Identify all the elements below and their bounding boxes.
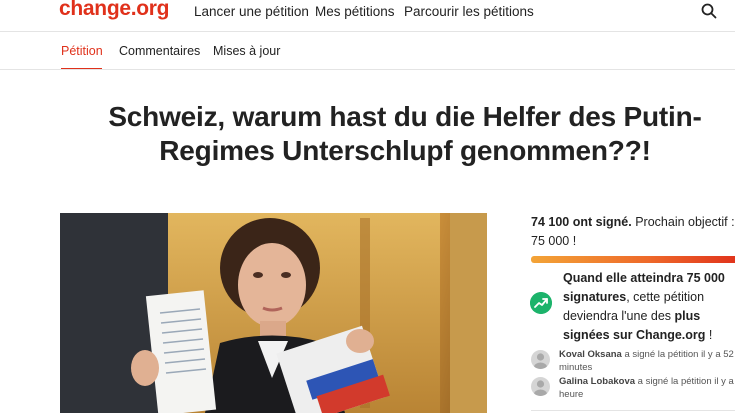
tab-updates[interactable]: Mises à jour: [213, 44, 280, 58]
tab-comments[interactable]: Commentaires: [119, 44, 200, 58]
petition-title: Schweiz, warum hast du die Helfer des Pu…: [60, 100, 735, 168]
recent-signer: Koval Oksana a signé la pétition il y a …: [531, 348, 735, 374]
header-divider: [0, 31, 735, 32]
petition-photo: [60, 213, 487, 413]
change-org-logo[interactable]: change.org: [59, 0, 169, 21]
user-avatar-icon: [534, 380, 547, 396]
signature-goal-label: Prochain objectif :: [631, 215, 735, 229]
signature-progress-bar: [531, 256, 735, 263]
petition-title-line-1: Schweiz, warum hast du die Helfer des Pu…: [108, 101, 702, 132]
avatar: [531, 350, 550, 369]
milestone-text: Quand elle atteindra 75 000 signatures, …: [563, 269, 735, 345]
recent-signer-text: Galina Lobakova a signé la pétition il y…: [559, 375, 735, 401]
recent-signer: Galina Lobakova a signé la pétition il y…: [531, 375, 735, 401]
activity-divider: [531, 410, 735, 411]
tab-petition[interactable]: Pétition: [61, 44, 103, 58]
user-avatar-icon: [534, 353, 547, 369]
trending-up-icon: [530, 292, 552, 314]
petition-photo-illustration: [60, 213, 487, 413]
nav-my-petitions[interactable]: Mes pétitions: [315, 4, 395, 19]
signature-goal-value: 75 000 !: [531, 234, 577, 248]
avatar: [531, 377, 550, 396]
signature-count: 74 100 ont signé. Prochain objectif : 75…: [531, 213, 735, 251]
petition-title-line-2: Regimes Unterschlupf genommen??!: [159, 135, 651, 166]
search-icon[interactable]: [700, 2, 718, 20]
top-navigation: change.org Lancer une pétition Mes pétit…: [0, 0, 735, 31]
nav-start-petition[interactable]: Lancer une pétition: [194, 4, 309, 19]
nav-browse-petitions[interactable]: Parcourir les pétitions: [404, 4, 534, 19]
signature-count-number: 74 100 ont signé.: [531, 215, 632, 229]
tabs-divider: [0, 69, 735, 70]
milestone-end: !: [705, 328, 713, 342]
recent-signer-text: Koval Oksana a signé la pétition il y a …: [559, 348, 735, 374]
signer-name: Koval Oksana: [559, 349, 622, 360]
signer-name: Galina Lobakova: [559, 376, 636, 387]
